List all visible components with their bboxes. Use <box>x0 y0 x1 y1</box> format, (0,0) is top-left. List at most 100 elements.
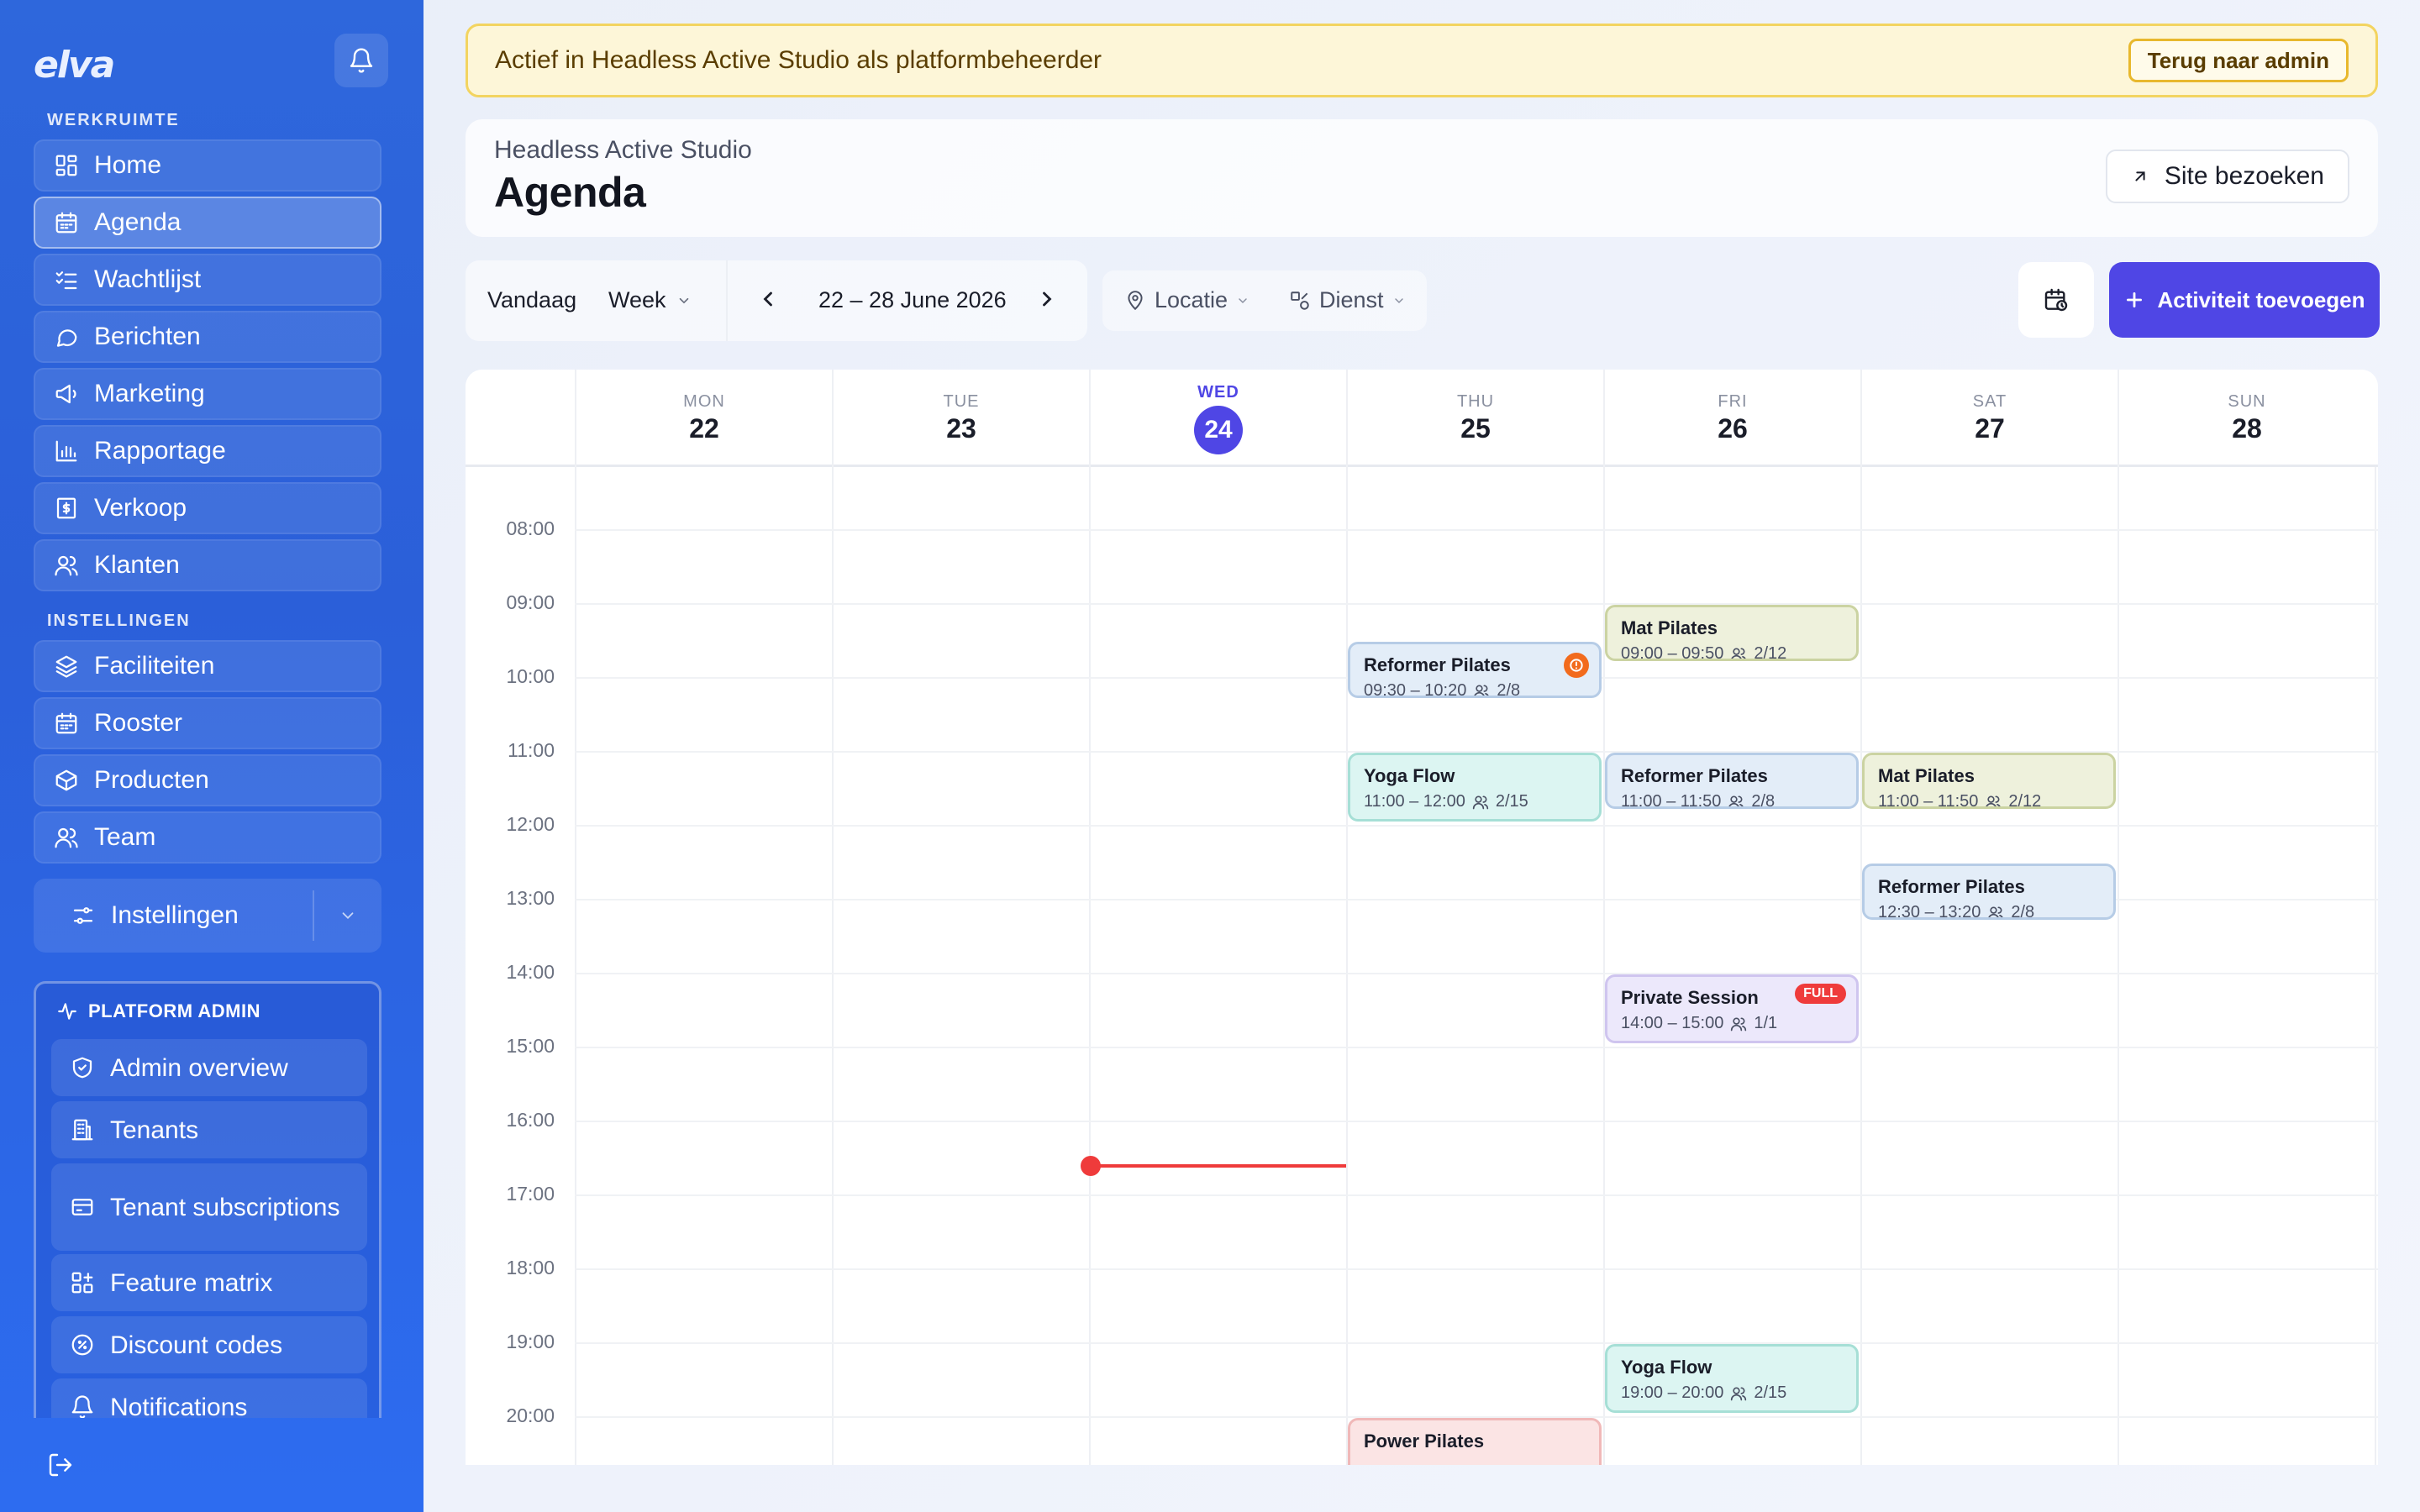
hour-label: 13:00 <box>506 887 555 909</box>
list-check-icon <box>55 271 77 290</box>
page-title: Agenda <box>494 169 646 216</box>
box-icon <box>55 769 77 791</box>
receipt-dollar-icon <box>56 497 76 519</box>
calendar-icon <box>55 712 77 734</box>
divider <box>726 260 728 341</box>
calendar-grid[interactable]: 07:0008:0009:0010:0011:0012:0013:0014:00… <box>466 444 2378 1465</box>
admin-item-tenant-subscriptions[interactable]: Tenant subscriptions <box>51 1163 367 1251</box>
admin-context-banner: Actief in Headless Active Studio als pla… <box>466 24 2378 97</box>
instellingen-expand-button[interactable] <box>314 879 381 953</box>
event-reformer-pilates[interactable]: Reformer Pilates 12:30 – 13:20 2/8 <box>1862 864 2116 921</box>
event-reformer-pilates[interactable]: Reformer Pilates 11:00 – 11:50 2/8 <box>1605 753 1859 810</box>
hour-gridline <box>575 973 2378 974</box>
hour-label: 12:00 <box>506 813 555 835</box>
admin-item-label: Feature matrix <box>110 1268 273 1297</box>
event-yoga-flow[interactable]: Yoga Flow 11:00 – 12:00 2/15 <box>1348 753 1602 822</box>
bar-chart-icon <box>55 440 77 462</box>
admin-item-label: Tenants <box>110 1116 199 1144</box>
today-button[interactable]: Vandaag <box>487 287 576 313</box>
location-filter[interactable]: Locatie <box>1124 287 1249 313</box>
event-capacity: 2/12 <box>1754 644 1787 662</box>
event-mat-pilates[interactable]: Mat Pilates 11:00 – 11:50 2/12 <box>1862 753 2116 810</box>
layers-icon <box>55 655 77 678</box>
chat-icon <box>56 329 77 347</box>
date-navigation: Vandaag Week 22 – 28 June 2026 <box>466 260 1087 341</box>
event-meta: 11:00 – 11:50 2/12 <box>1878 792 2100 807</box>
hour-label: 15:00 <box>506 1035 555 1057</box>
current-time-line <box>1089 1164 1346 1168</box>
event-private-session[interactable]: Private Session 14:00 – 15:00 1/1 FULL <box>1605 974 1859 1043</box>
previous-week-button[interactable] <box>756 287 780 315</box>
sidebar-item-label: Faciliteiten <box>94 652 215 680</box>
hour-label: 10:00 <box>506 665 555 687</box>
instellingen-label: Instellingen <box>111 901 239 929</box>
sidebar-item-marketing[interactable]: Marketing <box>34 368 381 420</box>
sidebar-item-label: Wachtlijst <box>94 265 202 293</box>
day-header-tue[interactable]: TUE 23 <box>832 370 1089 467</box>
sidebar-item-verkoop[interactable]: Verkoop <box>34 482 381 534</box>
back-to-admin-button[interactable]: Terug naar admin <box>2128 39 2349 82</box>
sidebar-item-faciliteiten[interactable]: Faciliteiten <box>34 640 381 692</box>
calendar-clock-icon <box>2044 288 2068 312</box>
event-title: Mat Pilates <box>1878 765 1975 786</box>
sidebar-item-producten[interactable]: Producten <box>34 754 381 806</box>
day-column-divider <box>1089 467 1091 1465</box>
instellingen-menu[interactable]: Instellingen <box>34 879 381 953</box>
day-header-thu[interactable]: THU 25 <box>1346 370 1603 467</box>
event-meta: 11:00 – 11:50 2/8 <box>1621 792 1843 810</box>
day-column-divider <box>1346 467 1348 1465</box>
sidebar-item-berichten[interactable]: Berichten <box>34 311 381 363</box>
sidebar-item-agenda[interactable]: Agenda <box>34 197 381 249</box>
day-column-divider <box>1860 467 1862 1465</box>
map-pin-icon <box>1128 290 1143 310</box>
sidebar-item-home[interactable]: Home <box>34 139 381 192</box>
hour-label: 17:00 <box>506 1183 555 1205</box>
admin-item-feature-matrix[interactable]: Feature matrix <box>51 1254 367 1311</box>
sidebar-item-wachtlijst[interactable]: Wachtlijst <box>34 254 381 306</box>
date-range: 22 – 28 June 2026 <box>818 287 1007 312</box>
day-number: 26 <box>1718 413 1748 444</box>
chevron-down-icon <box>1394 297 1403 303</box>
admin-item-discount-codes[interactable]: Discount codes <box>51 1316 367 1373</box>
day-header-sun[interactable]: SUN 28 <box>2118 370 2375 467</box>
users-icon <box>1731 1387 1747 1400</box>
logout-button[interactable] <box>47 1452 74 1478</box>
sidebar-item-team[interactable]: Team <box>34 811 381 864</box>
app-logo[interactable]: elva <box>34 44 115 87</box>
event-power-pilates[interactable]: Power Pilates <box>1348 1418 1602 1465</box>
admin-item-notifications[interactable]: Notifications <box>51 1378 367 1418</box>
users-icon <box>1474 685 1490 696</box>
day-header-fri[interactable]: FRI 26 <box>1603 370 1860 467</box>
add-activity-button[interactable]: Activiteit toevoegen <box>2109 262 2380 338</box>
location-filter-label: Locatie <box>1155 287 1228 312</box>
arrow-up-right-icon <box>2135 171 2145 181</box>
admin-item-admin-overview[interactable]: Admin overview <box>51 1039 367 1096</box>
page-header: Headless Active Studio Agenda Site bezoe… <box>466 119 2378 237</box>
event-capacity: 2/15 <box>1495 792 1528 811</box>
day-header-mon[interactable]: MON 22 <box>575 370 832 467</box>
event-time: 14:00 – 15:00 <box>1621 1014 1724 1032</box>
admin-item-tenants[interactable]: Tenants <box>51 1101 367 1158</box>
sidebar-item-rapportage[interactable]: Rapportage <box>34 425 381 477</box>
sidebar-item-klanten[interactable]: Klanten <box>34 539 381 591</box>
day-column-divider <box>2118 467 2119 1465</box>
visit-site-button[interactable]: Site bezoeken <box>2105 150 2349 203</box>
users-icon <box>1731 1017 1747 1031</box>
service-filter[interactable]: Dienst <box>1289 287 1406 313</box>
day-header-wed[interactable]: WED 24 <box>1089 370 1346 467</box>
next-week-button[interactable] <box>1035 287 1059 315</box>
event-time: 11:00 – 12:00 <box>1364 792 1465 811</box>
event-yoga-flow[interactable]: Yoga Flow 19:00 – 20:00 2/15 <box>1605 1344 1859 1413</box>
calendar-sync-button[interactable] <box>2018 262 2094 338</box>
grid-icon <box>55 155 77 176</box>
instellingen-button[interactable]: Instellingen <box>34 879 313 953</box>
event-mat-pilates[interactable]: Mat Pilates 09:00 – 09:50 2/12 <box>1605 605 1859 662</box>
event-capacity: 2/8 <box>1751 792 1776 810</box>
view-select[interactable]: Week <box>608 287 692 313</box>
megaphone-icon <box>55 384 76 404</box>
event-title: Reformer Pilates <box>1878 876 2025 897</box>
notifications-button[interactable] <box>334 34 388 87</box>
event-reformer-pilates[interactable]: Reformer Pilates 09:30 – 10:20 2/8 <box>1348 642 1602 699</box>
sidebar-item-rooster[interactable]: Rooster <box>34 697 381 749</box>
day-header-sat[interactable]: SAT 27 <box>1860 370 2118 467</box>
